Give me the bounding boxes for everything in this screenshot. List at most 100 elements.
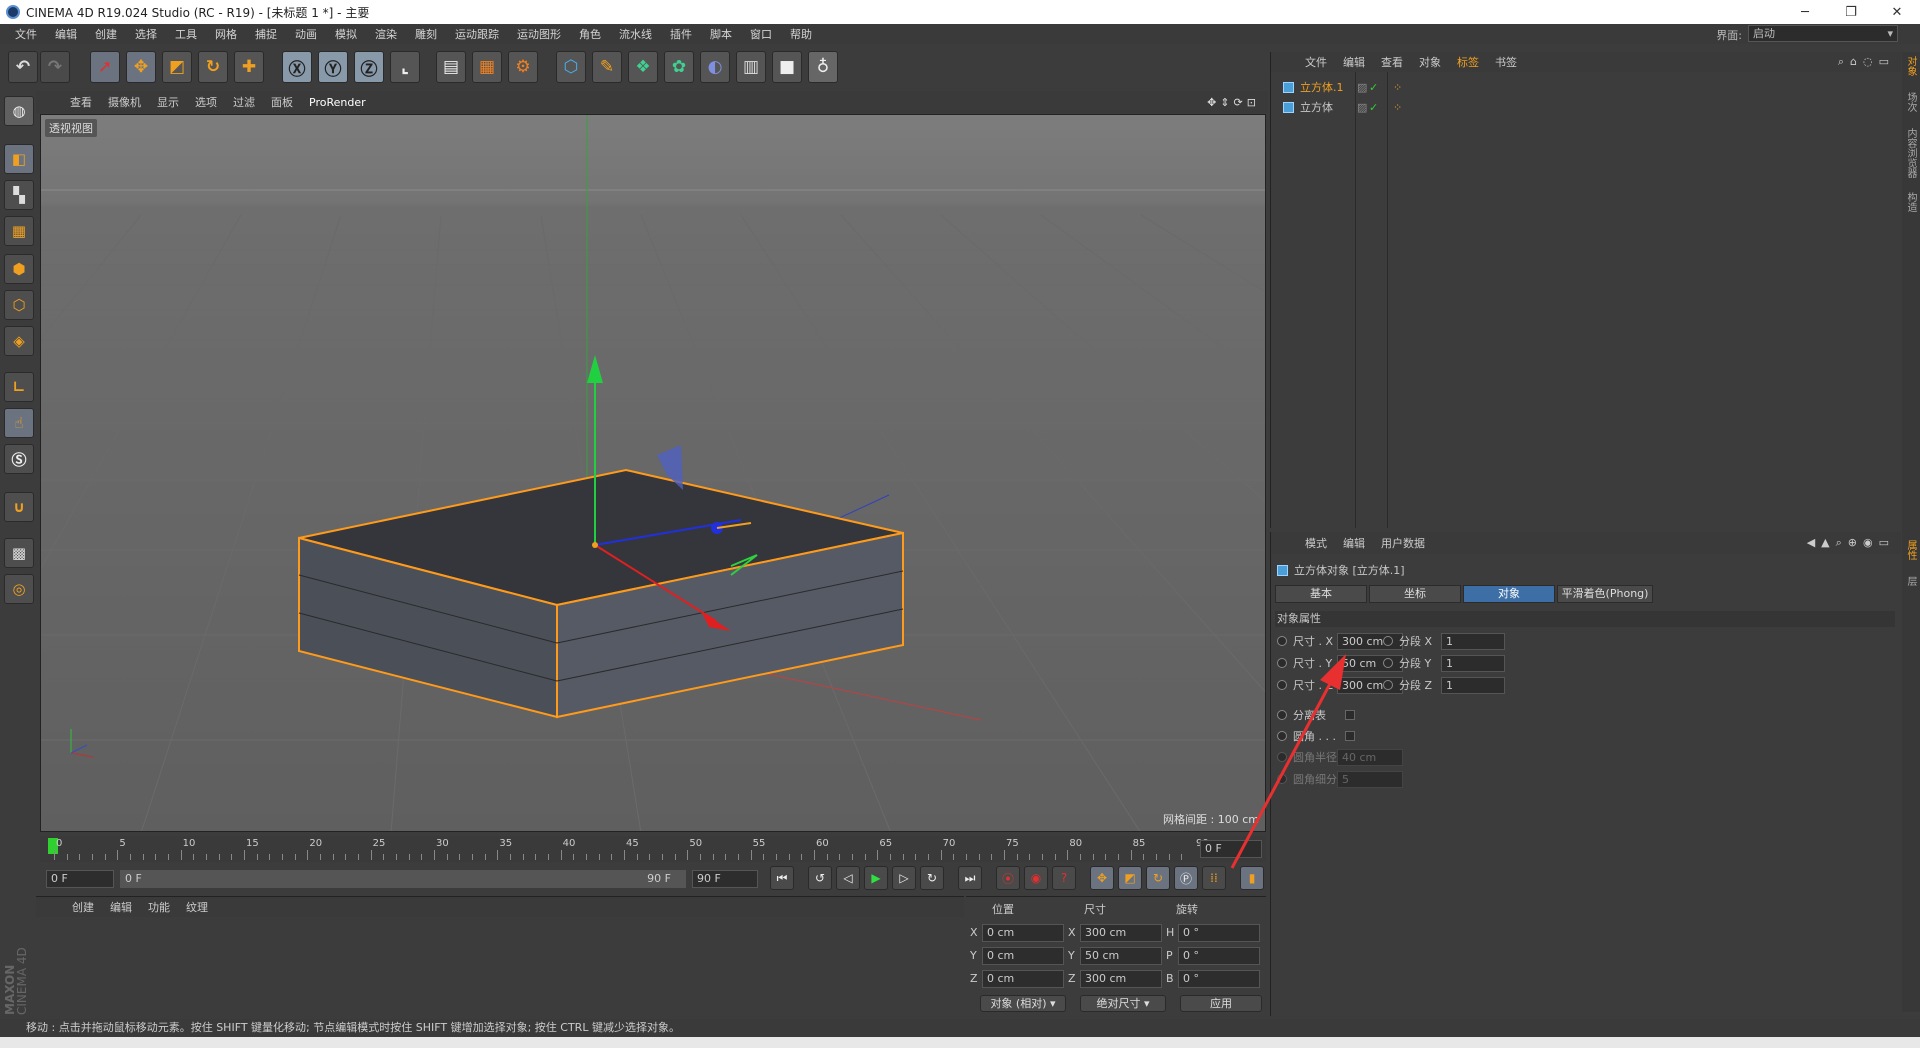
menu-window[interactable]: 窗口	[741, 26, 781, 42]
menu-simulate[interactable]: 模拟	[326, 26, 366, 42]
tab-phong[interactable]: 平滑着色(Phong)	[1557, 585, 1653, 603]
mat-menu-create[interactable]: 创建	[64, 899, 102, 915]
polygons-mode-button[interactable]: ◈	[4, 326, 34, 356]
add-spline-button[interactable]: ✎	[592, 51, 622, 83]
axis-mode-button[interactable]: ∟	[4, 372, 34, 402]
size-y-field[interactable]: 50 cm	[1080, 947, 1162, 965]
close-button[interactable]: ✕	[1874, 0, 1920, 24]
vp-menu-options[interactable]: 选项	[187, 94, 225, 110]
vp-menu-view[interactable]: 查看	[62, 94, 100, 110]
obj-menu-view[interactable]: 查看	[1373, 54, 1411, 70]
enable-check-icon[interactable]: ✓	[1369, 101, 1378, 114]
object-row-cube[interactable]: 立方体 ▨ ✓ ⁘	[1283, 98, 1402, 116]
record-active-button[interactable]: ⦿	[996, 866, 1020, 890]
timeline-ruler[interactable]: 051015202530354045505560657075808590 0 F	[40, 836, 1266, 862]
obj-menu-file[interactable]: 文件	[1297, 54, 1335, 70]
points-mode-button[interactable]: ⬢	[4, 254, 34, 284]
side-tab-content-browser[interactable]: 内容浏览器	[1904, 128, 1918, 178]
previous-key-button[interactable]: ↺	[808, 866, 832, 890]
visibility-toggle-icon[interactable]: ▨	[1357, 81, 1367, 94]
add-camera-button[interactable]: ■	[772, 51, 802, 83]
obj-menu-edit[interactable]: 编辑	[1335, 54, 1373, 70]
visibility-toggle-icon[interactable]: ▨	[1357, 101, 1367, 114]
next-key-button[interactable]: ↻	[920, 866, 944, 890]
make-editable-button[interactable]: ◍	[4, 96, 34, 126]
planar-workplane-button[interactable]: ◎	[4, 574, 34, 604]
rotation-p-field[interactable]: 0 °	[1178, 947, 1260, 965]
menu-tools[interactable]: 工具	[166, 26, 206, 42]
size-z-field[interactable]: 300 cm	[1080, 970, 1162, 988]
menu-sculpt[interactable]: 雕刻	[406, 26, 446, 42]
size-x-field[interactable]: 300 cm	[1080, 924, 1162, 942]
side-tab-layers[interactable]: 层	[1904, 576, 1918, 586]
animate-radio-icon[interactable]	[1383, 658, 1393, 668]
mat-menu-edit[interactable]: 编辑	[102, 899, 140, 915]
minimize-button[interactable]: ─	[1782, 0, 1828, 24]
add-cube-button[interactable]: ⬡	[556, 51, 586, 83]
menu-help[interactable]: 帮助	[781, 26, 821, 42]
attr-seg-z-field[interactable]: 1	[1441, 677, 1505, 694]
go-to-end-button[interactable]: ⏭	[958, 866, 982, 890]
autokey-button[interactable]: ◉	[1024, 866, 1048, 890]
position-z-field[interactable]: 0 cm	[982, 970, 1064, 988]
side-tab-structure[interactable]: 构造	[1904, 192, 1918, 212]
coord-mode-dropdown[interactable]: 对象 (相对) ▾	[980, 995, 1066, 1012]
viewport-name-label[interactable]: 透视视图	[45, 119, 97, 137]
render-settings-button[interactable]: ⚙	[508, 51, 538, 83]
move-tool-button[interactable]: ✥	[126, 51, 156, 83]
previous-frame-button[interactable]: ◁	[836, 866, 860, 890]
tab-coordinates[interactable]: 坐标	[1369, 585, 1461, 603]
last-tool-button[interactable]: ✚	[234, 51, 264, 83]
tab-basic[interactable]: 基本	[1275, 585, 1367, 603]
edges-mode-button[interactable]: ⬡	[4, 290, 34, 320]
vp-menu-display[interactable]: 显示	[149, 94, 187, 110]
menu-mograph[interactable]: 运动图形	[508, 26, 570, 42]
obj-menu-tags[interactable]: 标签	[1449, 54, 1487, 70]
attr-seg-y-field[interactable]: 1	[1441, 655, 1505, 672]
start-frame-field[interactable]: 0 F	[46, 870, 114, 888]
menu-mesh[interactable]: 网格	[206, 26, 246, 42]
end-frame-field[interactable]: 90 F	[692, 870, 758, 888]
add-floor-button[interactable]: ▥	[736, 51, 766, 83]
position-x-field[interactable]: 0 cm	[982, 924, 1064, 942]
key-position-button[interactable]: ✥	[1090, 866, 1114, 890]
menu-create[interactable]: 创建	[86, 26, 126, 42]
perspective-viewport[interactable]: 透视视图 网格间距 : 100 cm	[40, 114, 1266, 832]
menu-character[interactable]: 角色	[570, 26, 610, 42]
render-view-button[interactable]: ▤	[436, 51, 466, 83]
vp-menu-prorender[interactable]: ProRender	[301, 96, 374, 109]
menu-animate[interactable]: 动画	[286, 26, 326, 42]
key-scale-button[interactable]: ◩	[1118, 866, 1142, 890]
menu-pipeline[interactable]: 流水线	[610, 26, 661, 42]
object-row-cube-1[interactable]: 立方体.1 ▨ ✓ ⁘	[1283, 78, 1402, 96]
menu-select[interactable]: 选择	[126, 26, 166, 42]
tweak-mode-button[interactable]: ☝	[4, 408, 34, 438]
scale-tool-button[interactable]: ◩	[162, 51, 192, 83]
side-tab-objects[interactable]: 对象	[1904, 56, 1918, 76]
workplane-mode-button[interactable]: ▦	[4, 216, 34, 246]
animate-radio-icon[interactable]	[1383, 680, 1393, 690]
rotation-h-field[interactable]: 0 °	[1178, 924, 1260, 942]
tab-object[interactable]: 对象	[1463, 585, 1555, 603]
phong-tag-icon[interactable]: ⁘	[1393, 101, 1402, 114]
mat-menu-texture[interactable]: 纹理	[178, 899, 216, 915]
attr-seg-x-field[interactable]: 1	[1441, 633, 1505, 650]
menu-render[interactable]: 渲染	[366, 26, 406, 42]
key-parameter-button[interactable]: Ⓟ	[1174, 866, 1198, 890]
texture-mode-button[interactable]: ▚	[4, 180, 34, 210]
menu-edit[interactable]: 编辑	[46, 26, 86, 42]
menu-script[interactable]: 脚本	[701, 26, 741, 42]
menu-snap[interactable]: 捕捉	[246, 26, 286, 42]
animate-radio-icon[interactable]	[1383, 636, 1393, 646]
maximize-button[interactable]: ❐	[1828, 0, 1874, 24]
keyframe-selection-button[interactable]: ?	[1052, 866, 1076, 890]
key-rotation-button[interactable]: ↻	[1146, 866, 1170, 890]
object-manager-nav-icons[interactable]: ⌕⌂◌▭	[1838, 55, 1895, 69]
phong-tag-icon[interactable]: ⁘	[1393, 81, 1402, 94]
model-mode-button[interactable]: ◧	[4, 144, 34, 174]
attribute-nav-icons[interactable]: ◀▲⌕⊕◉▭	[1807, 536, 1895, 550]
vp-menu-filter[interactable]: 过滤	[225, 94, 263, 110]
vp-menu-panel[interactable]: 面板	[263, 94, 301, 110]
menu-motion-tracker[interactable]: 运动跟踪	[446, 26, 508, 42]
render-picture-viewer-button[interactable]: ▦	[472, 51, 502, 83]
